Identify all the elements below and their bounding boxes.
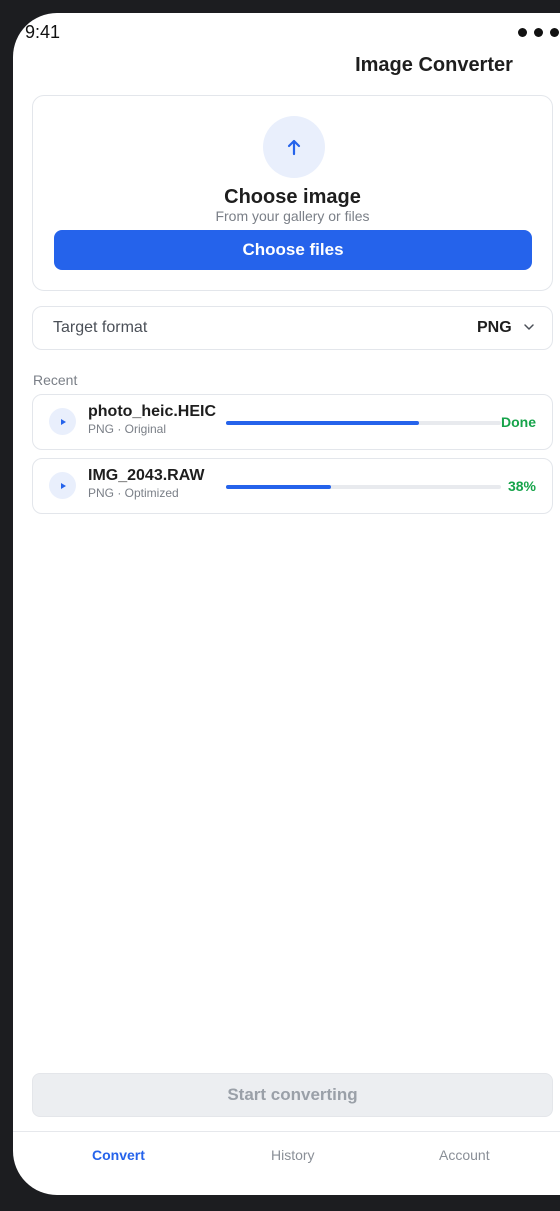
- job-status: Done: [501, 414, 536, 430]
- list-item[interactable]: photo_heic.HEIC PNG · Original Done: [32, 394, 553, 450]
- job-filename: photo_heic.HEIC: [88, 403, 217, 420]
- tab-history[interactable]: History: [271, 1147, 315, 1163]
- status-more-icon: [518, 28, 559, 37]
- chevron-down-icon: [524, 324, 534, 330]
- start-converting-button[interactable]: Start converting: [32, 1073, 553, 1117]
- recent-section-label: Recent: [33, 372, 78, 388]
- job-progress-fill: [226, 421, 419, 425]
- bottom-tab-bar: Convert History Account: [13, 1131, 560, 1195]
- choose-files-button[interactable]: Choose files: [54, 230, 532, 270]
- play-icon[interactable]: [49, 408, 76, 435]
- job-status: 38%: [507, 478, 536, 494]
- job-progress-track: [226, 485, 501, 489]
- upload-heading: Choose image: [224, 186, 361, 208]
- status-time: 9:41: [25, 22, 61, 42]
- job-meta: PNG · Original: [88, 422, 167, 436]
- job-meta: PNG · Optimized: [88, 486, 179, 500]
- device-frame: 9:41 Image Converter Choose image From y…: [0, 0, 560, 1211]
- job-progress-track: [226, 421, 501, 425]
- job-progress-fill: [226, 485, 331, 489]
- upload-icon: [263, 116, 325, 178]
- tab-convert[interactable]: Convert: [92, 1147, 145, 1163]
- play-icon[interactable]: [49, 472, 76, 499]
- page-title-text: Image Converter: [355, 54, 513, 76]
- target-format-label: Target format: [53, 319, 148, 336]
- list-item[interactable]: IMG_2043.RAW PNG · Optimized 38%: [32, 458, 553, 514]
- upload-card: Choose image From your gallery or files …: [32, 95, 553, 291]
- job-filename: IMG_2043.RAW: [88, 467, 205, 484]
- upload-subtext: From your gallery or files: [215, 208, 370, 224]
- tab-account[interactable]: Account: [439, 1147, 490, 1163]
- app-screen: 9:41 Image Converter Choose image From y…: [13, 13, 560, 1195]
- target-format-value: PNG: [477, 319, 512, 336]
- page-title: Image Converter: [13, 54, 560, 77]
- target-format-select[interactable]: Target format PNG: [32, 306, 553, 350]
